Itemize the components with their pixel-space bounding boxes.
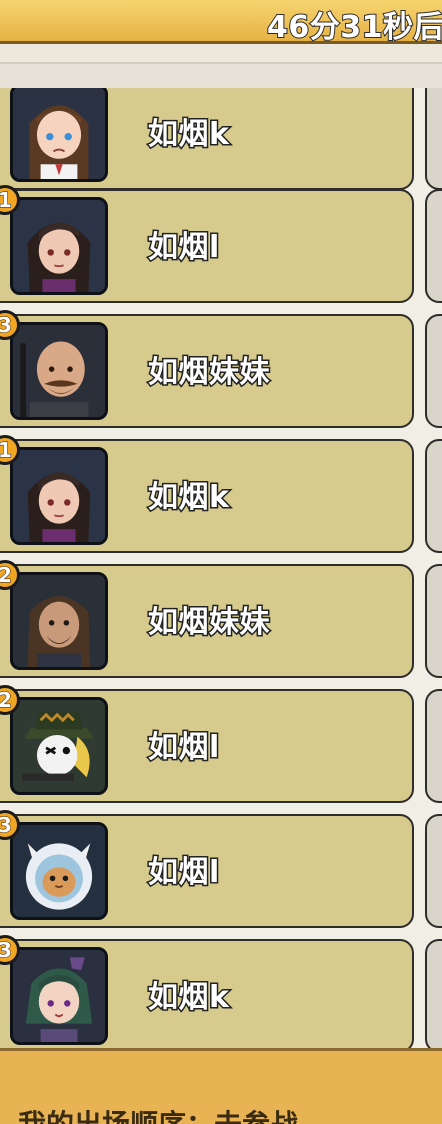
player-name: 如烟妹妹 <box>147 354 272 392</box>
player-name: 如烟妹妹 <box>147 604 272 642</box>
row-side-panel <box>425 88 442 190</box>
row-side-panel <box>425 939 442 1048</box>
my-order-label: 我的出场顺序：未参战 <box>18 1103 298 1124</box>
player-name: 如烟k <box>146 479 230 517</box>
bald-bearded-man-avatar-icon <box>10 322 108 420</box>
footer-bar: 我的出场顺序：未参战 <box>0 1048 442 1124</box>
player-name: 如烟l <box>147 729 221 767</box>
row-side-panel <box>425 314 442 428</box>
player-list[interactable]: 如烟k 1 如烟l 3 如烟妹妹 1 如烟k 2 如烟妹妹 2 如烟l 3 如烟… <box>0 88 442 1048</box>
countdown-timer: 46分31秒后 <box>266 9 442 46</box>
cat-astronaut-avatar-icon <box>10 822 108 920</box>
masked-sniper-avatar-icon <box>10 697 108 795</box>
list-item[interactable]: 3 如烟l <box>0 810 414 928</box>
row-side-panel <box>425 814 442 928</box>
dark-hair-woman-avatar-icon <box>10 197 108 295</box>
row-side-panel <box>425 564 442 678</box>
list-item[interactable]: 1 如烟k <box>0 435 414 553</box>
list-divider <box>0 62 442 88</box>
player-name: 如烟l <box>147 854 221 892</box>
list-item[interactable]: 3 如烟k <box>0 935 414 1048</box>
player-name: 如烟k <box>146 979 230 1017</box>
row-side-panel <box>425 689 442 803</box>
row-side-panel <box>425 439 442 553</box>
header-bar: 46分31秒后 <box>0 0 442 46</box>
list-item[interactable]: 1 如烟l <box>0 185 414 303</box>
anime-girl-avatar-icon <box>10 88 108 182</box>
dark-hair-woman-avatar-icon <box>10 447 108 545</box>
list-item[interactable]: 2 如烟l <box>0 685 414 803</box>
green-hair-girl-avatar-icon <box>10 947 108 1045</box>
list-item[interactable]: 3 如烟妹妹 <box>0 310 414 428</box>
player-name: 如烟l <box>147 229 221 267</box>
player-name: 如烟k <box>146 116 230 154</box>
row-side-panel <box>425 189 442 303</box>
header-shadow <box>0 44 442 62</box>
long-hair-soldier-avatar-icon <box>10 572 108 670</box>
list-item[interactable]: 如烟k <box>0 88 414 190</box>
list-item[interactable]: 2 如烟妹妹 <box>0 560 414 678</box>
